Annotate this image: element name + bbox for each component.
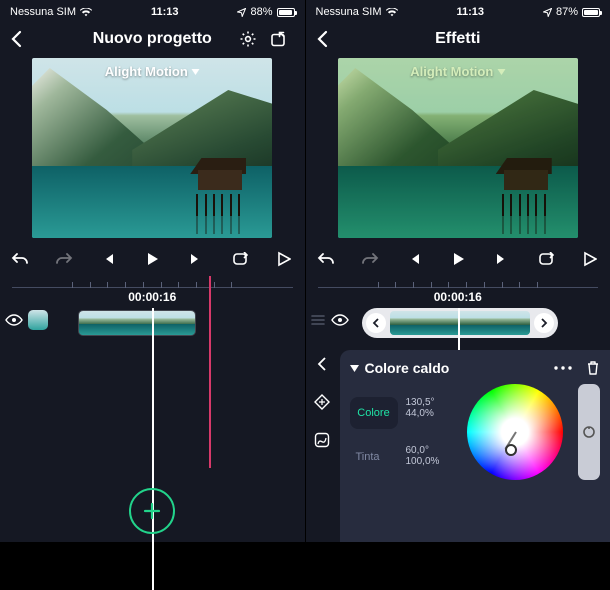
wifi-icon	[386, 8, 398, 17]
status-bar: Nessuna SIM 11:13 87%	[306, 0, 610, 22]
skip-start-button[interactable]	[94, 246, 122, 272]
timeline-clip[interactable]	[78, 310, 196, 336]
reset-icon[interactable]	[582, 425, 596, 439]
navbar: Effetti	[306, 22, 610, 56]
transport-bar	[0, 244, 305, 274]
play-outline-button[interactable]	[270, 246, 298, 272]
video-preview[interactable]: Alight Motion	[32, 58, 272, 238]
gear-icon[interactable]	[239, 30, 257, 48]
video-preview[interactable]: Alight Motion	[338, 58, 578, 238]
clip-trim-right[interactable]	[534, 313, 554, 333]
loop-button[interactable]	[226, 246, 254, 272]
screen-left: Nessuna SIM 11:13 88% Nuovo progetto	[0, 0, 306, 542]
clock: 11:13	[456, 6, 484, 18]
chevron-down-icon[interactable]	[350, 365, 359, 372]
panel-back-icon[interactable]	[317, 356, 327, 372]
back-icon[interactable]	[10, 30, 22, 48]
effect-panel: Colore caldo Colore Tinta 130,5° 44,	[306, 350, 610, 542]
screen-right: Nessuna SIM 11:13 87% Effetti	[306, 0, 610, 542]
visibility-toggle[interactable]	[330, 310, 350, 330]
battery-pct: 87%	[556, 6, 578, 18]
clip-trim-left[interactable]	[366, 313, 386, 333]
location-icon	[237, 8, 246, 17]
export-icon[interactable]	[269, 30, 287, 48]
intensity-slider[interactable]	[578, 384, 600, 480]
effect-title: Colore caldo	[365, 360, 450, 376]
more-icon[interactable]	[554, 366, 572, 370]
trash-icon[interactable]	[586, 360, 600, 376]
location-icon	[543, 8, 552, 17]
timeline-ruler[interactable]	[12, 276, 293, 288]
battery-pct: 88%	[250, 6, 272, 18]
status-bar: Nessuna SIM 11:13 88%	[0, 0, 305, 22]
color-wheel-knob[interactable]	[505, 444, 517, 456]
loop-button[interactable]	[532, 246, 560, 272]
undo-button[interactable]	[6, 246, 34, 272]
carrier-label: Nessuna SIM	[10, 6, 76, 18]
play-outline-button[interactable]	[576, 246, 604, 272]
timeline-tracks[interactable]	[0, 308, 305, 340]
page-title: Effetti	[372, 30, 545, 48]
playhead[interactable]	[152, 308, 154, 590]
battery-icon	[582, 8, 600, 17]
play-button[interactable]	[138, 246, 166, 272]
clock: 11:13	[151, 6, 179, 18]
keyframe-icon[interactable]	[314, 394, 330, 410]
page-title: Nuovo progetto	[66, 30, 239, 48]
skip-start-button[interactable]	[400, 246, 428, 272]
visibility-toggle[interactable]	[4, 310, 24, 330]
battery-icon	[277, 8, 295, 17]
redo-button[interactable]	[356, 246, 384, 272]
clip-end-marker[interactable]	[209, 276, 211, 468]
navbar: Nuovo progetto	[0, 22, 305, 56]
redo-button[interactable]	[50, 246, 78, 272]
add-layer-button[interactable]	[129, 488, 175, 534]
back-icon[interactable]	[316, 30, 328, 48]
undo-button[interactable]	[312, 246, 340, 272]
timecode: 00:00:16	[0, 288, 305, 304]
color-wheel[interactable]	[467, 384, 563, 480]
skip-end-button[interactable]	[488, 246, 516, 272]
timeline-ruler[interactable]	[318, 276, 599, 288]
watermark-dropdown[interactable]: Alight Motion	[410, 64, 505, 79]
tint-values: 60,0° 100,0%	[406, 445, 452, 467]
drag-handle-icon[interactable]	[310, 315, 326, 325]
wifi-icon	[80, 8, 92, 17]
curve-icon[interactable]	[314, 432, 330, 448]
skip-end-button[interactable]	[182, 246, 210, 272]
transport-bar	[306, 244, 610, 274]
play-button[interactable]	[444, 246, 472, 272]
carrier-label: Nessuna SIM	[316, 6, 382, 18]
timeline-tracks[interactable]	[306, 308, 610, 342]
color-values: 130,5° 44,0%	[406, 397, 452, 419]
param-tint[interactable]: Tinta	[350, 447, 398, 467]
layer-thumbnail[interactable]	[28, 310, 48, 330]
watermark-dropdown[interactable]: Alight Motion	[105, 64, 200, 79]
timecode: 00:00:16	[306, 288, 610, 304]
param-color[interactable]: Colore	[350, 397, 398, 429]
